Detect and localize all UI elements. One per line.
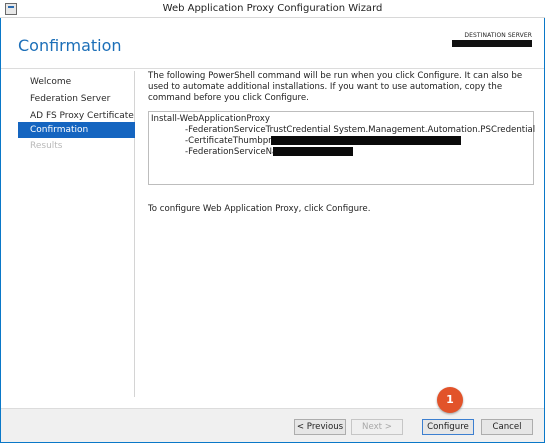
title-bar: Web Application Proxy Configuration Wiza… [0,0,545,18]
nav-item-welcome[interactable]: Welcome [18,74,135,90]
next-button[interactable]: Next > [351,419,403,435]
destination-server-label: DESTINATION SERVER [464,32,532,39]
powershell-command-box[interactable]: Install-WebApplicationProxy -FederationS… [148,111,536,185]
nav-item-federation-server[interactable]: Federation Server [18,91,135,107]
button-bar: < Previous Next > Configure Cancel [1,408,544,442]
service-name-redacted [273,147,353,156]
thumbprint-redacted [271,136,461,145]
configure-button[interactable]: Configure [422,419,474,435]
configure-instruction: To configure Web Application Proxy, clic… [148,204,371,214]
cancel-button[interactable]: Cancel [481,419,533,435]
command-line-1: Install-WebApplicationProxy [151,114,270,124]
previous-button[interactable]: < Previous [294,419,346,435]
command-line-2: -FederationServiceTrustCredential System… [185,125,536,135]
window-title: Web Application Proxy Configuration Wiza… [162,3,383,14]
intro-text: The following PowerShell command will be… [148,71,523,103]
wizard-header: Confirmation DESTINATION SERVER [1,19,544,69]
page-title: Confirmation [18,36,122,55]
destination-server-redacted [452,40,532,47]
wizard-nav: Welcome Federation Server AD FS Proxy Ce… [18,71,135,397]
nav-item-confirmation[interactable]: Confirmation [18,122,135,138]
step-marker: 1 [437,387,463,413]
content-pane: The following PowerShell command will be… [148,71,535,214]
nav-item-results: Results [30,141,63,151]
